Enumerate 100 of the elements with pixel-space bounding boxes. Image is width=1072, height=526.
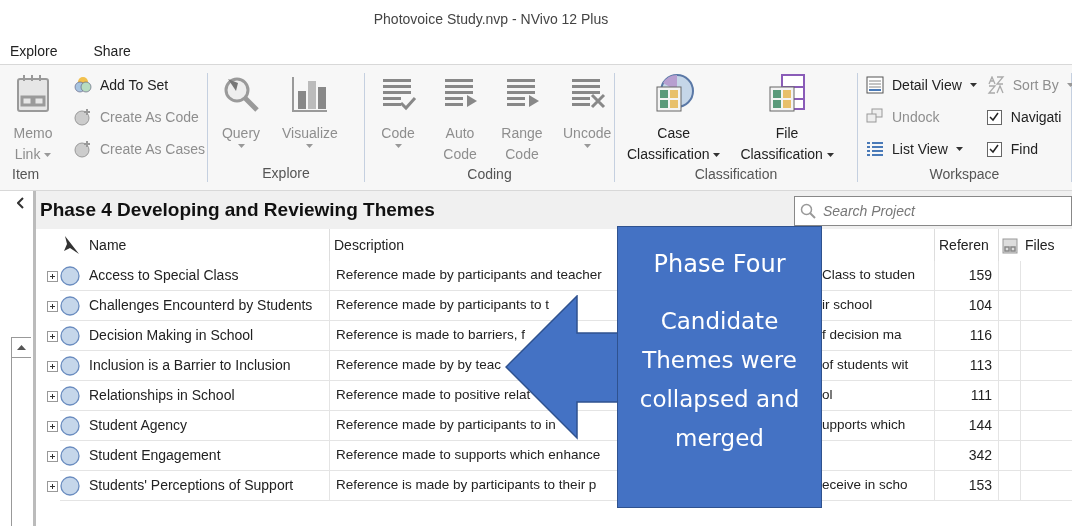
list-icon: [866, 140, 884, 158]
caret-icon: [713, 153, 721, 158]
table-cell-text: Reference made to supports which enhance: [335, 446, 601, 465]
group-label: Classification: [693, 165, 779, 183]
table-cell-text: ir school: [822, 296, 874, 315]
checkmark-icon: [989, 112, 1000, 122]
table-cell-text: Class to studen: [822, 266, 917, 285]
table-cell: 342: [935, 441, 999, 471]
caret-icon: [44, 153, 52, 158]
ribbon-button[interactable]: File Classification: [732, 65, 842, 165]
table-cell-text: Reference made by participants to in: [335, 416, 556, 435]
node-circle-icon: [60, 265, 80, 286]
expand-icon[interactable]: [47, 420, 58, 432]
sort-az-icon: [986, 76, 1005, 94]
detail-view-icon: [866, 76, 884, 94]
circle-plus-icon: [74, 108, 92, 126]
ribbon-button[interactable]: Add To Set: [74, 69, 206, 101]
table-cell-text: Reference is made to barriers, f: [335, 326, 526, 345]
windows-icon: [866, 108, 884, 126]
menu-item[interactable]: Share: [93, 40, 131, 62]
ribbon-button[interactable]: List View: [866, 133, 977, 165]
expand-icon[interactable]: [47, 390, 58, 402]
search-icon: [800, 203, 816, 219]
node-circle-icon: [60, 475, 80, 496]
table-cell-text: eceive in scho: [822, 476, 909, 495]
table-cell: [999, 261, 1021, 291]
caret-icon: [306, 144, 314, 148]
table-cell-text: Reference made to positive relat: [335, 386, 531, 405]
checkbox-label[interactable]: Find: [1010, 138, 1038, 160]
table-cell-text: ol: [822, 386, 834, 405]
table-cell-text: f decision ma: [822, 326, 903, 345]
table-cell: [999, 381, 1021, 411]
table-cell-text: Reference is made by participants to their p: [335, 476, 597, 495]
table-cell-text: of students wit: [822, 356, 910, 375]
table-cell: 159: [935, 261, 999, 291]
caret-icon: [955, 147, 963, 151]
scrollbar[interactable]: [10, 337, 31, 526]
table-cell-text: Reference made by by teac: [335, 356, 502, 375]
expand-icon[interactable]: [47, 330, 58, 342]
column-header[interactable]: Files: [1021, 229, 1072, 261]
table-cell: Decision Making in School: [85, 321, 330, 351]
table-cell: [999, 351, 1021, 381]
circle-plus-icon: [74, 140, 92, 158]
table-cell: Inclusion is a Barrier to Inclusion: [85, 351, 330, 381]
caret-icon: [1066, 83, 1072, 87]
node-circle-icon: [60, 445, 80, 466]
table-cell: Access to Special Class: [85, 261, 330, 291]
node-circle-icon: [60, 295, 80, 316]
table-cell: 113: [935, 351, 999, 381]
table-cell: 153: [935, 471, 999, 501]
callout-text: Candidate Themes were collapsed and merged: [638, 307, 801, 453]
table-cell: Student Agency: [85, 411, 330, 441]
page-heading: Phase 4 Developing and Reviewing Themes: [39, 197, 436, 222]
caret-icon: [237, 144, 245, 148]
expand-icon[interactable]: [47, 270, 58, 282]
table-cell: [999, 291, 1021, 321]
group-label: Workspace: [928, 165, 1001, 183]
caret-icon: [394, 144, 402, 148]
table-cell: [999, 411, 1021, 441]
table-cell: Challenges Encounterd by Students: [85, 291, 330, 321]
memo-link-icon: [1002, 236, 1018, 254]
caret-icon: [583, 144, 591, 148]
node-circle-icon: [60, 325, 80, 346]
menu-item[interactable]: Explore: [10, 40, 58, 62]
pin-icon: [63, 235, 81, 255]
expand-icon[interactable]: [47, 360, 58, 372]
ribbon-button[interactable]: Detail View: [866, 69, 977, 101]
column-header[interactable]: Name: [85, 229, 330, 261]
node-circle-icon: [60, 415, 80, 436]
table-cell: Students' Perceptions of Support: [85, 471, 330, 501]
caret-icon: [826, 153, 834, 158]
table-cell-text: Reference made by participants and teacher: [335, 266, 602, 285]
group-label: Explore: [261, 164, 311, 182]
collapse-chevron-icon[interactable]: [16, 197, 25, 209]
column-header[interactable]: Referen: [935, 229, 999, 261]
table-cell: [999, 471, 1021, 501]
table-cell: 104: [935, 291, 999, 321]
expand-icon[interactable]: [47, 480, 58, 492]
table-cell: 111: [935, 381, 999, 411]
node-circle-icon: [60, 355, 80, 376]
table-cell: Relationships in School: [85, 381, 330, 411]
circles-icon: [74, 76, 92, 94]
scroll-up-icon[interactable]: [16, 345, 26, 350]
group-label: Coding: [466, 165, 513, 183]
search-field[interactable]: Search Project: [794, 196, 1072, 226]
checkbox-label[interactable]: Navigati: [1010, 106, 1062, 128]
group-label: Item: [11, 165, 41, 183]
table-cell: Student Engagement: [85, 441, 330, 471]
table-cell: 144: [935, 411, 999, 441]
checkmark-icon: [989, 144, 1000, 154]
ribbon-button[interactable]: Case Classification: [619, 65, 729, 165]
expand-icon[interactable]: [47, 300, 58, 312]
checkbox[interactable]: [986, 141, 1002, 157]
checkbox[interactable]: [986, 109, 1002, 125]
caret-icon: [969, 83, 977, 87]
expand-icon[interactable]: [47, 450, 58, 462]
table-cell: [999, 441, 1021, 471]
node-circle-icon: [60, 385, 80, 406]
table-cell-text: Reference made by participants to t: [335, 296, 550, 315]
table-cell: [999, 321, 1021, 351]
